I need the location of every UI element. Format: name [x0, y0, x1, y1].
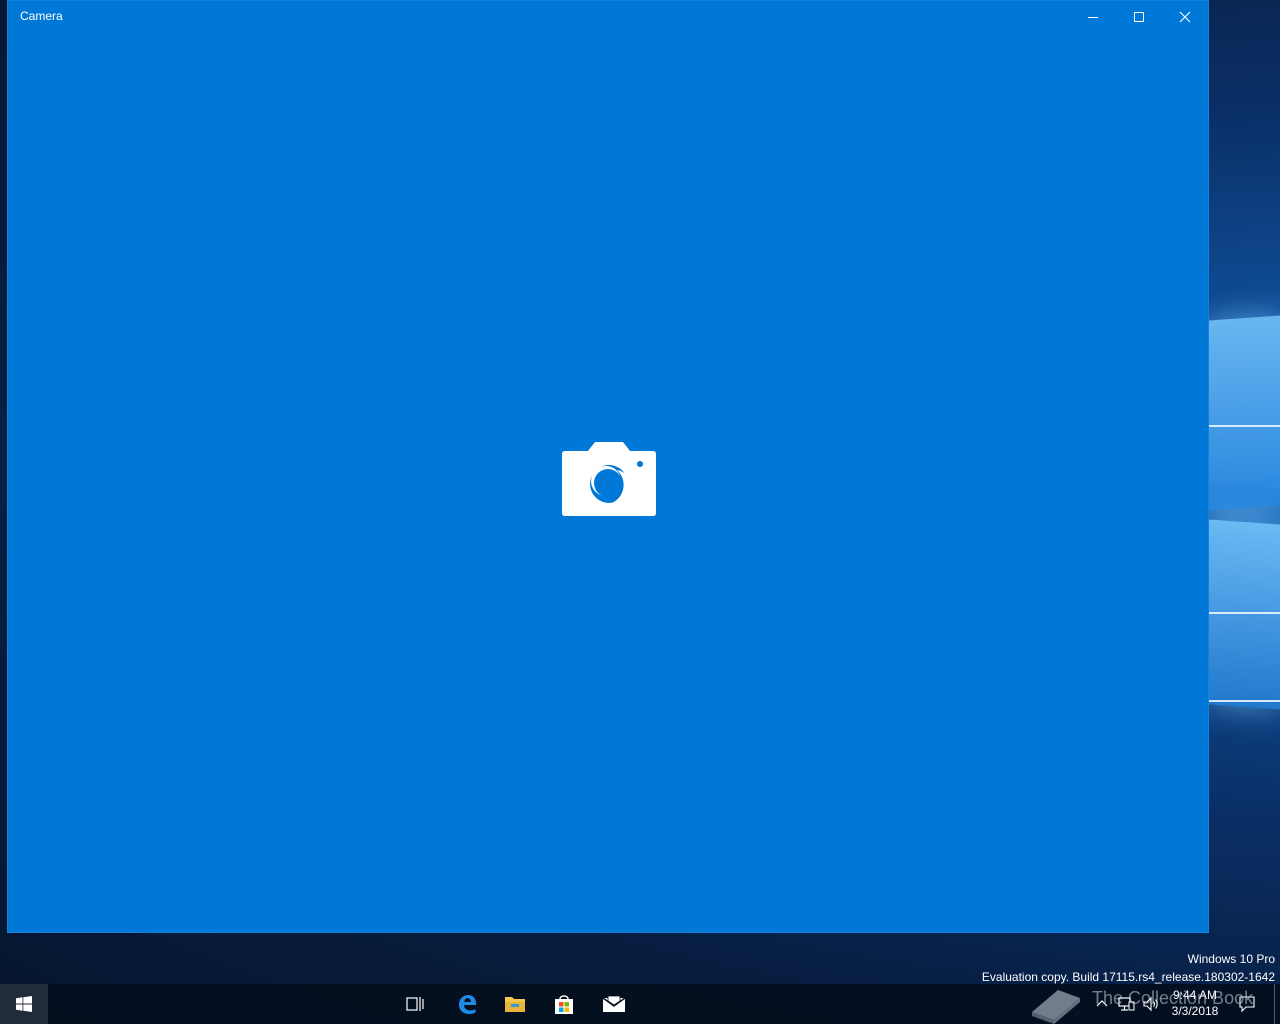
- network-icon[interactable]: [1117, 995, 1135, 1013]
- title-bar[interactable]: Camera: [8, 1, 1208, 33]
- mail-icon: [602, 995, 626, 1012]
- store-icon: [555, 995, 573, 1014]
- window-title: Camera: [20, 9, 63, 23]
- minimize-button[interactable]: [1070, 1, 1116, 33]
- windows-edition-label: Windows 10 Pro: [1187, 952, 1275, 966]
- wallpaper-logo-pane: [1209, 315, 1280, 511]
- taskbar[interactable]: 9:44 AM 3/3/2018: [0, 984, 1280, 1024]
- edge-button[interactable]: [443, 984, 491, 1024]
- mail-button[interactable]: [590, 984, 638, 1024]
- edge-icon: [459, 995, 476, 1014]
- maximize-button[interactable]: [1116, 1, 1162, 33]
- close-icon: [1179, 11, 1191, 23]
- volume-icon[interactable]: [1142, 995, 1160, 1013]
- minimize-icon: [1088, 17, 1098, 18]
- start-icon: [16, 996, 32, 1012]
- task-view-icon: [406, 997, 424, 1011]
- wallpaper-logo-pane: [1209, 519, 1280, 710]
- chevron-up-icon[interactable]: [1094, 996, 1110, 1012]
- file-explorer-button[interactable]: [491, 984, 539, 1024]
- camera-icon: [562, 442, 656, 516]
- wallpaper-light-streak: [1209, 612, 1280, 614]
- maximize-icon: [1134, 12, 1144, 22]
- taskbar-clock[interactable]: 9:44 AM 3/3/2018: [1166, 987, 1224, 1019]
- file-explorer-icon: [505, 997, 525, 1012]
- store-button[interactable]: [540, 984, 588, 1024]
- wallpaper-light-streak: [1209, 425, 1280, 427]
- clock-time: 9:44 AM: [1172, 988, 1218, 1002]
- start-button[interactable]: [0, 984, 48, 1024]
- camera-window[interactable]: Camera: [7, 0, 1209, 933]
- evaluation-watermark: Windows 10 Pro Evaluation copy. Build 17…: [982, 950, 1275, 986]
- close-button[interactable]: [1162, 1, 1208, 33]
- wallpaper-light-streak: [1209, 700, 1280, 702]
- show-desktop-button[interactable]: [1274, 984, 1275, 1024]
- action-center-icon[interactable]: [1238, 995, 1256, 1013]
- clock-date: 3/3/2018: [1171, 1004, 1219, 1018]
- task-view-button[interactable]: [392, 984, 440, 1024]
